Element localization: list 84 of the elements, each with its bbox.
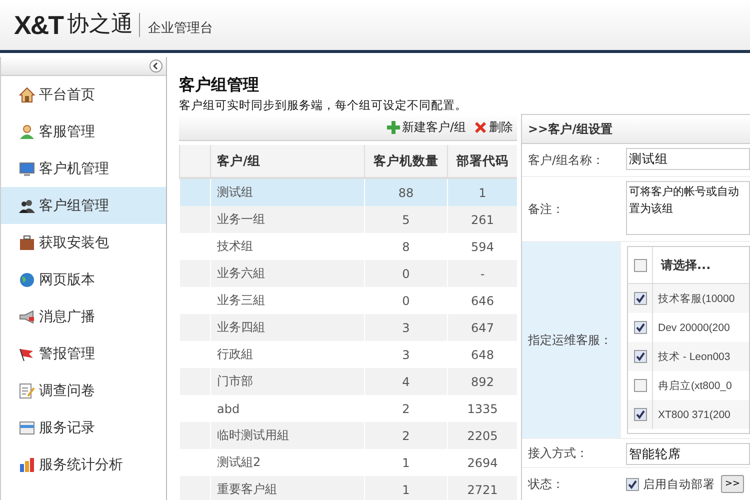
more-button[interactable]: >>: [721, 475, 744, 493]
sidebar-item[interactable]: 客户机管理: [1, 150, 166, 187]
auto-deploy-label: 启用自动部署: [643, 477, 715, 492]
access-mode-field[interactable]: 智能轮席: [626, 443, 750, 465]
table-row[interactable]: 重要客户組 1 2721: [180, 476, 517, 500]
sidebar-item[interactable]: 客户组管理: [1, 187, 166, 224]
remark-textarea[interactable]: 可将客户的帐号或自动 置为该组: [626, 181, 750, 235]
cross-icon: [474, 120, 487, 134]
table-cell: 业务一组: [210, 206, 364, 233]
agent-name: 技术 - Leon003: [657, 350, 730, 364]
field-label: 指定运维客服：: [527, 332, 613, 348]
field-label: 状态：: [527, 476, 565, 492]
sidebar-item[interactable]: 消息广播: [1, 298, 166, 335]
table-cell: 业务四組: [210, 314, 364, 341]
table-cell: 3: [364, 314, 448, 341]
agent-name: XT800 371(200: [657, 408, 730, 420]
collapse-icon[interactable]: [149, 59, 163, 73]
megaphone-icon: [19, 308, 35, 324]
table-cell: 0: [364, 260, 448, 287]
page-description: 客户组可实时同步到服务端，每个组可设定不同配置。: [179, 98, 468, 114]
table-cell: 1: [364, 476, 448, 500]
briefcase-icon: [19, 234, 35, 250]
logo-text: X&T: [14, 10, 63, 40]
plus-icon: [386, 120, 400, 134]
agent-name: Dev 20000(200: [657, 322, 730, 334]
agent-name: 技术客服(10000: [657, 292, 735, 306]
table-cell: 2: [364, 422, 448, 449]
table-cell: 88: [364, 178, 448, 206]
sidebar-item[interactable]: 服务记录: [1, 409, 166, 446]
list-icon: [19, 420, 35, 436]
sidebar-item[interactable]: 客服管理: [1, 113, 166, 150]
column-header[interactable]: 部署代码: [448, 145, 517, 178]
table-row[interactable]: 业务四組 3 647: [180, 314, 517, 341]
house-icon: [19, 86, 35, 102]
logo-chinese-text: 协之通: [67, 13, 140, 37]
table-row[interactable]: 业务一组 5 261: [180, 206, 517, 233]
table-cell: 647: [448, 314, 517, 341]
select-all-label: 请选择...: [660, 256, 711, 274]
table-cell: 业务六組: [210, 260, 364, 287]
checkbox[interactable]: [634, 350, 646, 363]
table-row[interactable]: 门市部 4 892: [180, 368, 517, 395]
agent-name: 冉启立(xt800_0: [657, 378, 732, 392]
table-cell: 2721: [448, 476, 517, 500]
table-cell: -: [448, 260, 517, 287]
globe-icon: [19, 272, 35, 288]
sidebar-item[interactable]: 获取安装包: [1, 224, 166, 261]
notepad-icon: [19, 382, 35, 398]
sidebar-item[interactable]: 服务统计分析: [1, 446, 166, 483]
selected-table-row[interactable]: 测试组 88 1: [180, 178, 517, 206]
bar-chart-icon: [19, 456, 35, 472]
table-cell: 门市部: [210, 368, 364, 395]
field-label: 接入方式：: [527, 444, 589, 462]
table-cell: 261: [448, 206, 517, 233]
column-header[interactable]: 客户/组: [210, 145, 364, 178]
table-row[interactable]: 业务六組 0 -: [180, 260, 517, 287]
checkbox[interactable]: [626, 478, 639, 490]
sidebar-item[interactable]: 平台首页: [1, 76, 166, 113]
column-header[interactable]: 客户机数量: [364, 145, 448, 178]
table-cell: 重要客户組: [210, 476, 364, 500]
sidebar-item[interactable]: 调查问卷: [1, 372, 166, 409]
person-icon: [19, 124, 35, 140]
monitor-icon: [19, 160, 35, 176]
table-cell: 4: [364, 368, 448, 395]
checkbox[interactable]: [634, 408, 646, 421]
checkbox[interactable]: [634, 258, 646, 272]
sidebar-item[interactable]: 网页版本: [1, 261, 166, 298]
new-group-button[interactable]: 新建客户/组: [386, 118, 466, 136]
page-title: 客户组管理: [179, 75, 260, 96]
checkbox[interactable]: [634, 379, 646, 392]
checkbox[interactable]: [634, 292, 646, 305]
table-cell: 892: [448, 368, 517, 395]
header-subtitle: 企业管理台: [148, 20, 213, 37]
people-icon: [19, 198, 35, 214]
checkbox[interactable]: [634, 321, 646, 334]
table-cell: 2205: [448, 422, 517, 449]
table-row[interactable]: 临时测试用組 2 2205: [180, 422, 517, 449]
table-cell: 1: [448, 178, 517, 206]
table-cell: 测试组: [210, 178, 364, 206]
field-label: 客户/组名称：: [527, 152, 606, 168]
table-cell: 5: [364, 206, 448, 233]
table-cell: 临时测试用組: [210, 422, 364, 449]
sidebar-item[interactable]: 警报管理: [1, 335, 166, 372]
delete-button[interactable]: 删除: [474, 118, 513, 136]
name-input-field[interactable]: 测试组: [626, 148, 750, 170]
